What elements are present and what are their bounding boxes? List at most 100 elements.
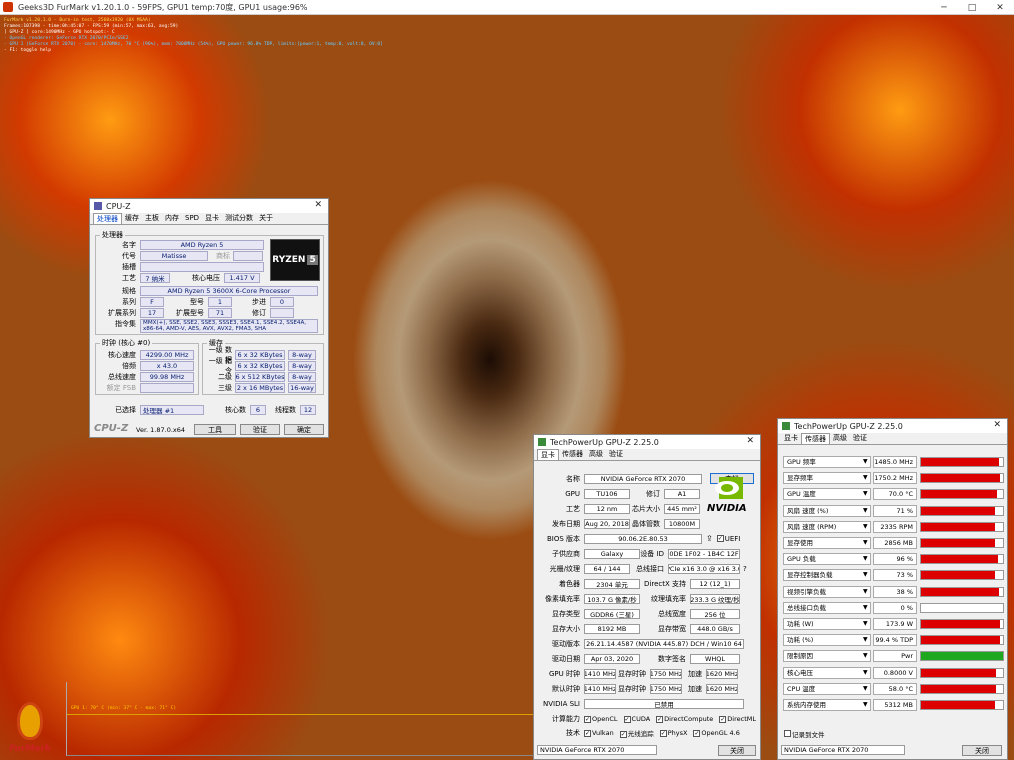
processor-select[interactable]: 处理器 #1 [140, 404, 204, 415]
chevron-down-icon[interactable]: ▼ [863, 636, 868, 643]
tab-advanced[interactable]: 高级 [830, 433, 850, 444]
chevron-down-icon[interactable]: ▼ [863, 490, 868, 497]
osd-line: - F1: toggle help [4, 48, 52, 53]
close-icon[interactable]: ✕ [746, 436, 754, 446]
ok-button[interactable]: 确定 [284, 424, 324, 435]
chevron-down-icon[interactable]: ▼ [863, 555, 868, 562]
sensor-name[interactable]: 风扇 速度 (RPM) [783, 520, 871, 533]
chevron-down-icon[interactable]: ▼ [863, 507, 868, 514]
close-icon[interactable]: ✕ [314, 200, 322, 210]
maximize-icon[interactable]: □ [958, 0, 986, 15]
chevron-down-icon[interactable]: ▼ [863, 588, 868, 595]
log-checkbox[interactable]: 记录到文件 [784, 729, 825, 739]
gpu-select[interactable]: NVIDIA GeForce RTX 2070 [537, 745, 657, 755]
chevron-down-icon[interactable]: ▼ [863, 458, 868, 465]
tab-graphics[interactable]: 显卡 [202, 213, 222, 224]
tab-memory[interactable]: 内存 [162, 213, 182, 224]
directml-check[interactable]: ✓ DirectML [719, 715, 756, 723]
tab-bench[interactable]: 测试分数 [222, 213, 256, 224]
ryzen-text: RYZEN [272, 255, 306, 265]
chevron-down-icon[interactable]: ▼ [863, 652, 868, 659]
sensor-name[interactable]: CPU 温度 [783, 682, 871, 695]
tab-validation[interactable]: 验证 [606, 449, 626, 460]
tab-cache[interactable]: 缓存 [122, 213, 142, 224]
physx-check[interactable]: ✓ PhysX [659, 729, 687, 737]
sensor-value: 0.8000 V [873, 666, 917, 679]
sensor-name[interactable]: 核心电压 [783, 666, 871, 679]
sensor-name[interactable]: 总线接口负载 [783, 601, 871, 614]
sensor-name[interactable]: 功耗 (%) [783, 634, 871, 647]
temperature-line [67, 714, 537, 715]
cpuz-brand: CPU-Z [94, 423, 129, 434]
default-boost-clock: 1620 MHz [706, 683, 738, 694]
sensor-graph-fill [921, 668, 997, 677]
share-icon[interactable]: ⇪ [706, 534, 713, 543]
cores-label: 核心数 [225, 405, 246, 414]
sensor-graph-fill [921, 652, 1003, 661]
tab-about[interactable]: 关于 [256, 213, 276, 224]
close-button[interactable]: 关闭 [718, 745, 756, 756]
tab-sensors[interactable]: 传感器 [559, 449, 586, 460]
chevron-down-icon[interactable]: ▼ [863, 685, 868, 692]
minimize-icon[interactable]: ─ [930, 0, 958, 15]
l1i-value: 6 x 32 KBytes [235, 360, 285, 371]
driver-version-label: 驱动版本 [552, 639, 580, 648]
core-speed: 4299.00 MHz [140, 349, 194, 360]
chevron-down-icon[interactable]: ▼ [863, 701, 868, 708]
sensor-name[interactable]: 显存使用 [783, 537, 871, 549]
cuda-check[interactable]: ✓ CUDA [623, 715, 650, 723]
tab-spd[interactable]: SPD [182, 213, 202, 224]
sensor-name[interactable]: GPU 频率 [783, 456, 871, 468]
tab-validation[interactable]: 验证 [850, 433, 870, 444]
sensor-graph-fill [921, 571, 995, 580]
sensor-name[interactable]: 视频引擎负载 [783, 585, 871, 598]
family-label: 系列 [122, 297, 136, 306]
tab-graphics-card[interactable]: 显卡 [781, 433, 801, 444]
sensor-name[interactable]: GPU 负载 [783, 553, 871, 566]
cpuz-icon [94, 202, 102, 210]
sensor-name[interactable]: 功耗 (W) [783, 618, 871, 630]
raytracing-check[interactable]: ✓ 光线追踪 [619, 728, 654, 738]
chevron-down-icon[interactable]: ▼ [863, 523, 868, 530]
chevron-down-icon[interactable]: ▼ [863, 669, 868, 676]
validate-button[interactable]: 验证 [240, 424, 280, 435]
name-label: 名字 [122, 240, 136, 249]
help-icon[interactable]: ? [743, 565, 747, 573]
furmark-osd: FurMark v1.20.1.0 - Burn-in test, 2560x1… [4, 18, 383, 54]
tab-advanced[interactable]: 高级 [586, 449, 606, 460]
sensor-graph [920, 505, 1004, 516]
l1d-value: 6 x 32 KBytes [235, 349, 285, 360]
rop-tmu: 64 / 144 [584, 563, 630, 574]
sensor-name[interactable]: 显存控制器负载 [783, 569, 871, 582]
sensor-name[interactable]: 风扇 速度 (%) [783, 504, 871, 517]
sensor-row: GPU 负载 ▼ 96 % [783, 552, 1005, 566]
subvendor: Galaxy [584, 548, 640, 559]
sensor-graph-fill [921, 490, 998, 499]
sensor-name[interactable]: 显存频率 [783, 472, 871, 485]
chevron-down-icon[interactable]: ▼ [863, 539, 868, 546]
chevron-down-icon[interactable]: ▼ [863, 604, 868, 611]
close-button[interactable]: 关闭 [962, 745, 1002, 756]
sensor-name[interactable]: 限制原因 [783, 650, 871, 663]
vulkan-check[interactable]: ✓ Vulkan [584, 729, 614, 737]
directcompute-check[interactable]: ✓ DirectCompute [656, 715, 713, 723]
close-icon[interactable]: ✕ [993, 420, 1001, 430]
sensor-name[interactable]: 系统内存使用 [783, 699, 871, 711]
opengl-check[interactable]: ✓ OpenGL 4.6 [693, 729, 740, 737]
chevron-down-icon[interactable]: ▼ [863, 474, 868, 481]
gpu-select[interactable]: NVIDIA GeForce RTX 2070 [781, 745, 905, 755]
tab-processor[interactable]: 处理器 [93, 213, 122, 224]
tab-graphics-card[interactable]: 显卡 [537, 449, 559, 460]
tools-button[interactable]: 工具 [194, 424, 236, 435]
uefi-checkbox[interactable]: ✓ [716, 535, 724, 542]
close-icon[interactable]: ✕ [986, 0, 1014, 15]
release-date: Aug 20, 2018 [584, 518, 630, 529]
opencl-check[interactable]: ✓ OpenCL [584, 715, 618, 723]
tab-mainboard[interactable]: 主板 [142, 213, 162, 224]
threads-label: 线程数 [275, 405, 296, 414]
chevron-down-icon[interactable]: ▼ [863, 620, 868, 627]
chevron-down-icon[interactable]: ▼ [863, 571, 868, 578]
sensor-name[interactable]: GPU 温度 [783, 488, 871, 501]
release-label: 发布日期 [552, 519, 580, 528]
tab-sensors[interactable]: 传感器 [801, 433, 830, 444]
